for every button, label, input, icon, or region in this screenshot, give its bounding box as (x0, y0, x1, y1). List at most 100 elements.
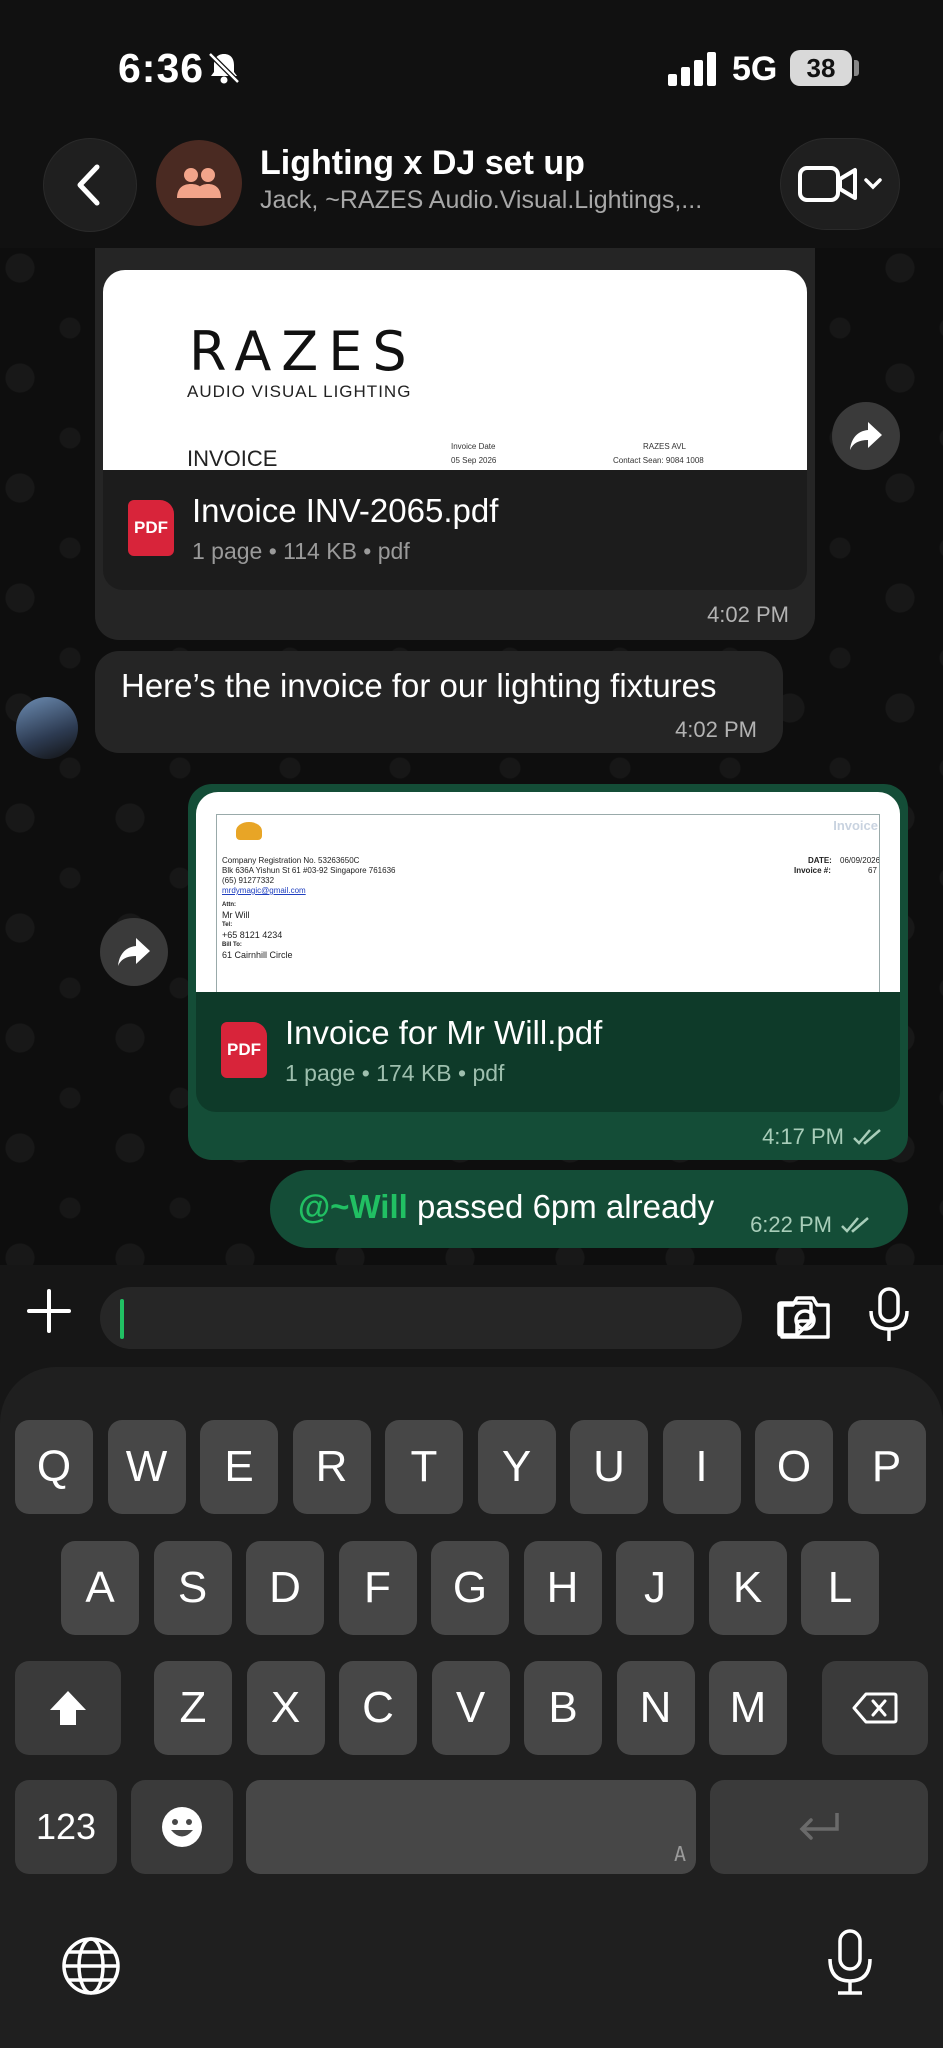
key-x[interactable]: X (246, 1661, 325, 1755)
group-icon (177, 168, 221, 198)
invoice-brand: RAZES (189, 320, 417, 383)
chevron-down-icon (864, 178, 882, 190)
key-y[interactable]: Y (477, 1420, 556, 1514)
key-r[interactable]: R (292, 1420, 371, 1514)
microphone-icon[interactable] (866, 1287, 912, 1343)
key-l[interactable]: L (801, 1541, 879, 1635)
battery-tip (854, 60, 859, 76)
message-time: 6:22 PM (750, 1212, 872, 1238)
shift-arrow-icon (50, 1691, 86, 1725)
message-bubble-incoming-document[interactable]: RAZES AUDIO VISUAL LIGHTING INVOICE Invo… (95, 248, 815, 640)
back-button[interactable] (43, 138, 137, 232)
document-file-row[interactable]: PDF Invoice for Mr Will.pdf 1 page • 174… (196, 992, 900, 1112)
dictation-microphone-icon[interactable] (826, 1929, 874, 1997)
key-p[interactable]: P (847, 1420, 926, 1514)
message-bubble-incoming-text[interactable]: Here’s the invoice for our lighting fixt… (95, 651, 783, 753)
return-key[interactable] (710, 1780, 928, 1874)
double-check-icon (853, 1129, 881, 1145)
camera-icon[interactable] (778, 1293, 832, 1341)
key-w[interactable]: W (107, 1420, 186, 1514)
video-camera-icon (798, 166, 857, 202)
message-input-bar (0, 1265, 943, 1365)
key-u[interactable]: U (570, 1420, 648, 1514)
key-f[interactable]: F (338, 1541, 417, 1635)
key-n[interactable]: N (616, 1661, 695, 1755)
pdf-file-icon: PDF (221, 1022, 267, 1078)
chat-participants[interactable]: Jack, ~RAZES Audio.Visual.Lightings,... (260, 186, 740, 215)
message-time: 4:02 PM (707, 602, 789, 627)
backspace-key[interactable] (822, 1661, 928, 1755)
globe-icon[interactable] (60, 1935, 122, 1997)
key-k[interactable]: K (708, 1541, 787, 1635)
key-a[interactable]: A (61, 1541, 139, 1635)
battery-indicator: 38 (790, 50, 852, 86)
message-time: 4:02 PM (675, 717, 757, 742)
chat-title[interactable]: Lighting x DJ set up (260, 144, 585, 183)
backspace-icon (852, 1692, 898, 1724)
key-g[interactable]: G (431, 1541, 509, 1635)
shift-key[interactable] (15, 1661, 121, 1755)
key-o[interactable]: O (755, 1420, 833, 1514)
forward-arrow-icon (118, 938, 150, 966)
invoice-date-label: Invoice Date (451, 442, 496, 451)
document-file-meta: 1 page • 114 KB • pdf (192, 538, 410, 564)
key-b[interactable]: B (524, 1661, 602, 1755)
key-i[interactable]: I (662, 1420, 741, 1514)
message-time-text: 4:17 PM (762, 1124, 844, 1149)
return-arrow-icon (799, 1813, 839, 1840)
key-h[interactable]: H (523, 1541, 602, 1635)
key-t[interactable]: T (385, 1420, 463, 1514)
forward-button[interactable] (100, 918, 168, 986)
forward-arrow-icon (850, 422, 882, 450)
plus-icon[interactable] (25, 1287, 73, 1335)
document-file-row[interactable]: PDF Invoice INV-2065.pdf 1 page • 114 KB… (103, 470, 807, 590)
document-preview[interactable]: Invoice Company Registration No. 5326365… (196, 792, 900, 992)
sender-avatar[interactable] (16, 697, 78, 759)
message-time: 4:17 PM (762, 1124, 884, 1150)
key-c[interactable]: C (339, 1661, 417, 1755)
document-file-name: Invoice for Mr Will.pdf (285, 1014, 603, 1051)
key-v[interactable]: V (431, 1661, 510, 1755)
signal-icon (668, 52, 716, 86)
status-bar: 6:36 5G 38 (0, 0, 943, 130)
key-d[interactable]: D (246, 1541, 324, 1635)
forward-button[interactable] (832, 402, 900, 470)
message-text-body: passed 6pm already (416, 1188, 715, 1225)
space-key[interactable]: A (246, 1780, 696, 1874)
emoji-key[interactable] (131, 1780, 233, 1874)
key-z[interactable]: Z (154, 1661, 232, 1755)
key-e[interactable]: E (200, 1420, 278, 1514)
document-file-name: Invoice INV-2065.pdf (192, 492, 499, 529)
document-preview[interactable]: RAZES AUDIO VISUAL LIGHTING INVOICE Invo… (103, 270, 807, 470)
invoice-brand-subtitle: AUDIO VISUAL LIGHTING (187, 382, 412, 401)
invoice-border (216, 814, 880, 992)
invoice-date: 05 Sep 2026 (451, 456, 497, 465)
double-check-icon (841, 1217, 869, 1233)
bell-off-icon (208, 52, 240, 84)
message-input[interactable] (100, 1287, 813, 1349)
group-avatar[interactable] (156, 140, 242, 226)
network-label: 5G (732, 50, 778, 88)
chat-header: Lighting x DJ set up Jack, ~RAZES Audio.… (0, 130, 943, 248)
document-file-meta: 1 page • 174 KB • pdf (285, 1060, 505, 1086)
pdf-file-icon: PDF (128, 500, 174, 556)
key-q[interactable]: Q (15, 1420, 93, 1514)
message-text: Here’s the invoice for our lighting fixt… (121, 667, 717, 704)
mention[interactable]: @~Will (298, 1188, 408, 1225)
video-call-button[interactable] (780, 138, 900, 230)
text-cursor (120, 1299, 124, 1339)
space-key-hint: A (673, 1842, 686, 1866)
chevron-left-icon (77, 164, 100, 206)
numbers-key[interactable]: 123 (15, 1780, 117, 1874)
status-time: 6:36 (118, 45, 205, 91)
invoice-contact-name: RAZES AVL (643, 442, 686, 451)
invoice-heading: INVOICE (187, 446, 278, 470)
key-m[interactable]: M (709, 1661, 787, 1755)
message-bubble-outgoing-document[interactable]: Invoice Company Registration No. 5326365… (188, 784, 908, 1160)
message-time-text: 6:22 PM (750, 1212, 832, 1237)
invoice-contact-line: Contact Sean: 9084 1008 (613, 456, 704, 465)
message-bubble-outgoing-text[interactable]: @~Will passed 6pm already 6:22 PM (270, 1170, 908, 1248)
emoji-icon (162, 1807, 202, 1847)
key-j[interactable]: J (616, 1541, 694, 1635)
key-s[interactable]: S (153, 1541, 232, 1635)
